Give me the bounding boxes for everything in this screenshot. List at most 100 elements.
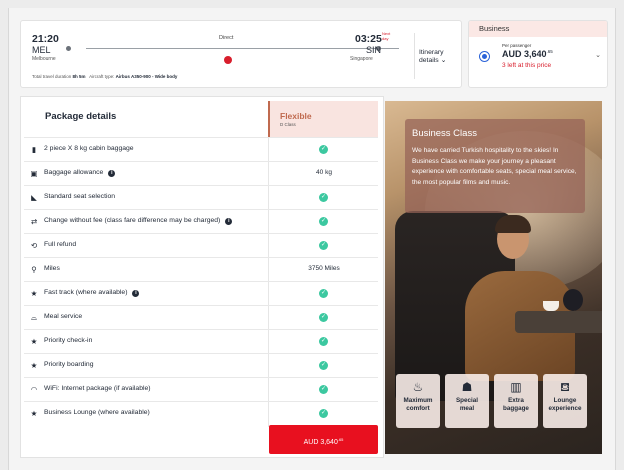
wifi-icon: ◠ <box>30 385 38 394</box>
package-row: ★ Fast track (where available) i ✓ <box>24 281 378 305</box>
flight-summary-card[interactable]: 21:20 MEL Melbourne Direct 03:25 Next da… <box>20 20 462 88</box>
arrival-city: Singapore <box>350 56 373 62</box>
feature-maximum-comfort: ♨ Maximum comfort <box>396 374 440 428</box>
row-label: Priority check-in <box>44 337 93 344</box>
star-icon: ★ <box>30 337 38 346</box>
arrival-time: 03:25 <box>355 33 382 45</box>
chevron-down-icon: ⌄ <box>440 57 447 64</box>
check-icon: ✓ <box>319 217 328 226</box>
miles-icon: ⚲ <box>31 265 37 274</box>
row-label: Change without fee (class fare differenc… <box>44 217 233 225</box>
info-icon[interactable]: i <box>108 170 116 177</box>
package-row: ⌓ Meal service ✓ <box>24 305 378 329</box>
row-label: Standard seat selection <box>44 193 116 200</box>
row-label: WiFi: Internet package (if available) <box>44 385 151 392</box>
row-label: Full refund <box>44 241 77 248</box>
check-icon: ✓ <box>319 409 328 418</box>
duration-value: 8h 5m <box>72 74 86 79</box>
star-icon: ★ <box>30 289 38 298</box>
check-icon: ✓ <box>319 145 328 154</box>
star-icon: ★ <box>30 409 38 418</box>
departure-airport-code: MEL <box>32 45 51 55</box>
airline-logo-icon <box>224 56 232 64</box>
origin-dot <box>66 46 71 51</box>
package-row: ◣ Standard seat selection ✓ <box>24 185 378 209</box>
business-class-title: Business Class <box>412 128 477 139</box>
check-icon: ✓ <box>319 313 328 322</box>
fare-price-cents: .65 <box>546 49 553 54</box>
itinerary-details-label: Itinerary details <box>419 49 444 64</box>
business-fare-option[interactable]: Business Per passenger AUD 3,640.65 3 le… <box>468 20 608 88</box>
meal-icon: ⌓ <box>31 313 37 322</box>
fare-radio-button[interactable] <box>479 51 490 62</box>
next-day-badge: Next day <box>382 31 391 41</box>
row-label: Meal service <box>44 313 83 320</box>
aircraft-value: Airbus A350-900 - Wide body <box>115 74 178 79</box>
row-label: Priority boarding <box>44 361 94 368</box>
check-icon: ✓ <box>319 241 328 250</box>
carry-on-bag-icon: ▮ <box>31 145 37 154</box>
feature-lounge-experience: ⛾ Lounge experience <box>543 374 587 428</box>
fare-price-main: AUD 3,640 <box>502 49 547 59</box>
check-icon: ✓ <box>319 385 328 394</box>
row-label: Miles <box>44 265 60 272</box>
seats-left-warning: 3 left at this price <box>502 62 552 69</box>
business-class-info: Business Class We have carried Turkish h… <box>405 119 585 213</box>
refund-icon: ⟲ <box>30 241 38 250</box>
select-price: AUD 3,640 <box>303 439 338 446</box>
feature-extra-baggage: ▥ Extra baggage <box>494 374 538 428</box>
row-value: 3750 Miles <box>308 265 340 272</box>
travel-info: Total travel duration 8h 5m Aircraft typ… <box>32 74 177 79</box>
row-label: Business Lounge (where available) <box>44 409 150 416</box>
passenger-hair <box>495 215 531 233</box>
row-label-text: Fast track (where available) <box>44 289 128 296</box>
info-icon[interactable]: i <box>132 290 140 297</box>
row-value: 40 kg <box>316 169 332 176</box>
chef-hat-icon: ☗ <box>461 380 473 394</box>
row-label-text: Baggage allowance <box>44 169 104 176</box>
seat-icon: ◣ <box>31 193 37 202</box>
row-label: Baggage allowance i <box>44 169 116 177</box>
luggage-icon: ▥ <box>510 380 522 394</box>
package-row: ▣ Baggage allowance i 40 kg <box>24 161 378 185</box>
per-passenger-label: Per passenger <box>502 43 532 48</box>
row-label-text: Change without fee (class fare differenc… <box>44 217 221 224</box>
teapot <box>563 289 583 311</box>
feature-label: Maximum comfort <box>403 397 433 412</box>
package-row: ◠ WiFi: Internet package (if available) … <box>24 377 378 401</box>
arrival-airport-code: SIN <box>366 45 382 55</box>
change-icon: ⇄ <box>30 217 38 226</box>
route-line <box>86 48 399 49</box>
aircraft-label: Aircraft type: <box>89 74 115 79</box>
header-divider <box>414 33 415 79</box>
select-fare-button[interactable]: AUD 3,640.65 <box>269 425 378 454</box>
feature-label: Lounge experience <box>548 397 582 412</box>
fare-cabin-label: Business <box>469 21 607 37</box>
stop-label: Direct <box>219 35 234 41</box>
row-label: Fast track (where available) i <box>44 289 140 297</box>
feature-label: Extra baggage <box>503 397 529 412</box>
fare-price: AUD 3,640.65 <box>502 49 553 59</box>
row-label: 2 piece X 8 kg cabin baggage <box>44 145 134 152</box>
itinerary-details-button[interactable]: Itinerary details ⌄ <box>419 49 461 64</box>
check-icon: ✓ <box>319 361 328 370</box>
flexible-fare-header: Flexible D Class <box>268 101 378 137</box>
select-price-cents: .65 <box>337 437 344 442</box>
package-row: ★ Priority boarding ✓ <box>24 353 378 377</box>
departure-time: 21:20 <box>32 33 59 45</box>
package-row: ⟲ Full refund ✓ <box>24 233 378 257</box>
fare-class: D Class <box>280 122 296 127</box>
package-row: ★ Business Lounge (where available) ✓ <box>24 401 378 425</box>
info-icon[interactable]: i <box>225 218 233 225</box>
chevron-down-icon[interactable]: ⌄ <box>595 51 601 59</box>
feature-special-meal: ☗ Special meal <box>445 374 489 428</box>
departure-city: Melbourne <box>32 56 56 62</box>
package-row: ▮ 2 piece X 8 kg cabin baggage ✓ <box>24 137 378 161</box>
tray-table <box>515 311 602 333</box>
feature-label: Special meal <box>455 397 479 412</box>
tea-cup <box>543 301 559 311</box>
package-row: ⇄ Change without fee (class fare differe… <box>24 209 378 233</box>
seat-comfort-icon: ♨ <box>412 380 424 394</box>
check-icon: ✓ <box>319 289 328 298</box>
star-icon: ★ <box>30 361 38 370</box>
